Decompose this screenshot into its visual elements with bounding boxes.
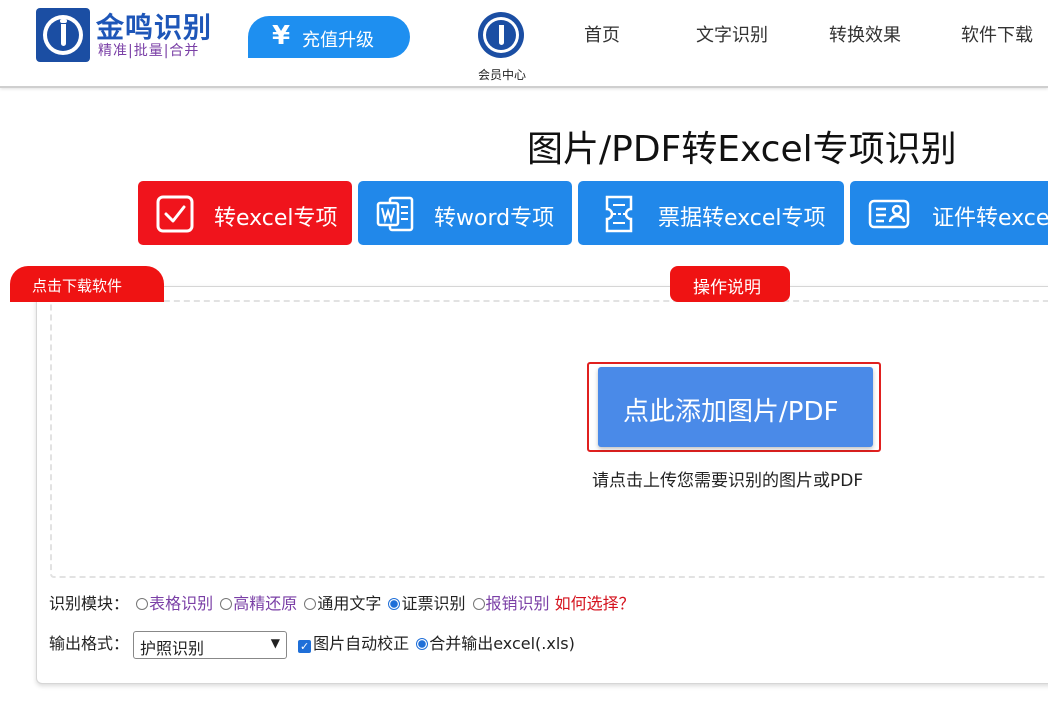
site-header: 金鸣识别 精准|批量|合并 ¥ 充值升级 会员中心 首页 文字识别 转换效果 软… bbox=[0, 0, 1048, 88]
tab-label: 转word专项 bbox=[434, 206, 555, 231]
output-format-select[interactable]: 护照识别 ▼ bbox=[133, 630, 288, 659]
output-format-row: 输出格式： 护照识别 ▼ ✓ 图片自动校正 合并输出excel(.xls) bbox=[49, 630, 575, 659]
radio-high-precision[interactable] bbox=[220, 598, 233, 610]
nav-text-recognition[interactable]: 文字识别 bbox=[696, 21, 768, 47]
radio-general-text[interactable] bbox=[304, 598, 317, 610]
option-certificate-invoice[interactable]: 证票识别 bbox=[401, 594, 465, 613]
radio-certificate-invoice[interactable] bbox=[388, 598, 401, 610]
recharge-button[interactable]: ¥ 充值升级 bbox=[248, 16, 410, 58]
logo-subtitle: 精准|批量|合并 bbox=[98, 43, 200, 59]
option-high-precision[interactable]: 高精还原 bbox=[233, 594, 297, 613]
word-icon bbox=[376, 196, 414, 232]
check-icon bbox=[156, 195, 194, 233]
tab-invoice-excel[interactable]: 票据转excel专项 bbox=[578, 181, 844, 245]
nav-software-download[interactable]: 软件下载 bbox=[961, 21, 1033, 47]
logo-icon bbox=[36, 8, 90, 62]
recognition-module-row: 识别模块： 表格识别 高精还原 通用文字 证票识别 报销识别 如何选择？ bbox=[49, 590, 635, 614]
auto-correct-label[interactable]: 图片自动校正 bbox=[313, 634, 409, 653]
tab-word-special[interactable]: 转word专项 bbox=[358, 181, 572, 245]
radio-reimbursement[interactable] bbox=[472, 598, 485, 610]
option-table-recognition[interactable]: 表格识别 bbox=[149, 594, 213, 613]
member-center-link[interactable]: 会员中心 bbox=[472, 12, 532, 84]
tab-label: 转excel专项 bbox=[214, 206, 338, 231]
merge-output-radio[interactable] bbox=[416, 638, 429, 650]
download-software-badge[interactable]: 点击下载软件 bbox=[10, 266, 164, 302]
member-logo-icon bbox=[478, 12, 524, 58]
select-value: 护照识别 bbox=[140, 638, 205, 658]
ticket-icon bbox=[605, 195, 633, 233]
recognition-module-label: 识别模块： bbox=[49, 594, 130, 613]
member-center-label: 会员中心 bbox=[477, 68, 526, 82]
download-software-label: 点击下载软件 bbox=[32, 277, 123, 295]
yen-icon: ¥ bbox=[272, 21, 291, 51]
nav-home[interactable]: 首页 bbox=[584, 21, 620, 47]
add-image-pdf-label: 点此添加图片/PDF bbox=[623, 397, 839, 427]
nav-conversion-results[interactable]: 转换效果 bbox=[829, 21, 901, 47]
upload-hint: 请点击上传您需要识别的图片或PDF bbox=[592, 471, 864, 491]
site-logo[interactable]: 金鸣识别 精准|批量|合并 bbox=[36, 8, 218, 64]
drop-zone[interactable] bbox=[50, 300, 1048, 578]
option-general-text[interactable]: 通用文字 bbox=[317, 594, 381, 613]
tab-excel-special[interactable]: 转excel专项 bbox=[138, 181, 352, 245]
tab-label: 证件转excel bbox=[932, 206, 1048, 231]
tab-label: 票据转excel专项 bbox=[658, 206, 826, 231]
recharge-label: 充值升级 bbox=[302, 30, 374, 51]
how-to-choose-link[interactable]: 如何选择？ bbox=[555, 594, 635, 613]
auto-correct-checkbox[interactable]: ✓ bbox=[298, 640, 312, 653]
add-image-pdf-button[interactable]: 点此添加图片/PDF bbox=[598, 367, 873, 447]
merge-output-label[interactable]: 合并输出excel(.xls) bbox=[429, 634, 575, 653]
chevron-down-icon: ▼ bbox=[270, 635, 281, 650]
tab-id-excel[interactable]: 证件转excel bbox=[850, 181, 1048, 245]
option-reimbursement[interactable]: 报销识别 bbox=[486, 594, 550, 613]
output-format-label: 输出格式： bbox=[49, 634, 130, 653]
radio-table-recognition[interactable] bbox=[136, 598, 149, 610]
instructions-badge[interactable]: 操作说明 bbox=[670, 266, 790, 302]
page-title: 图片/PDF转Excel专项识别 bbox=[527, 129, 957, 170]
instructions-label: 操作说明 bbox=[693, 278, 761, 298]
id-card-icon bbox=[868, 199, 910, 229]
